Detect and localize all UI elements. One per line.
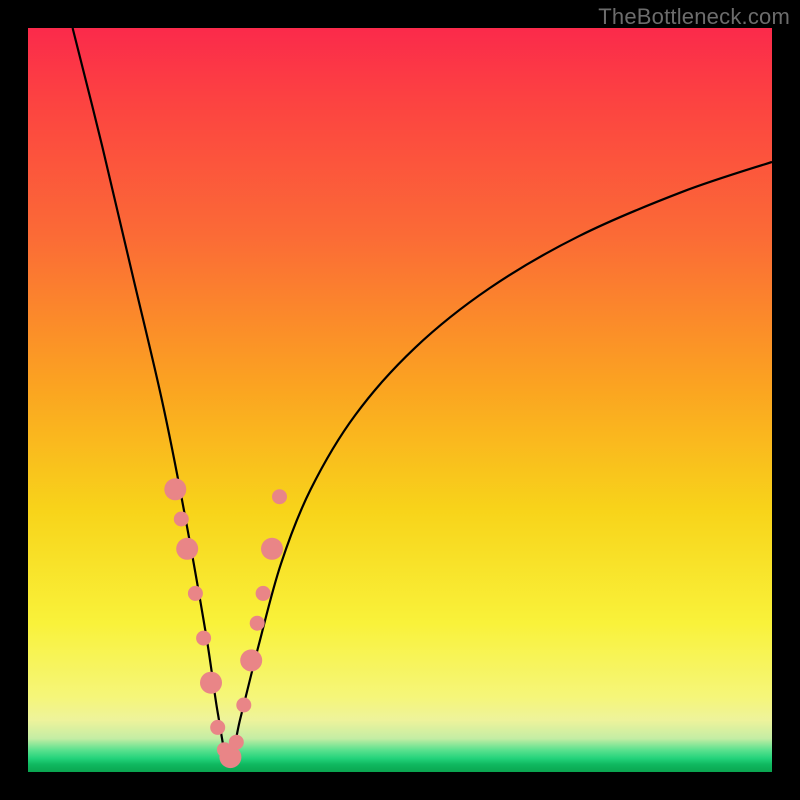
curve-marker [261, 538, 283, 560]
curve-marker [188, 586, 203, 601]
curve-marker [240, 649, 262, 671]
curve-marker [164, 478, 186, 500]
curve-marker [229, 735, 244, 750]
curve-marker [210, 720, 225, 735]
curve-marker [236, 698, 251, 713]
curve-marker [272, 489, 287, 504]
curve-marker [200, 672, 222, 694]
bottleneck-curve-svg [28, 28, 772, 772]
bottleneck-curve [73, 28, 772, 765]
chart-frame: TheBottleneck.com [0, 0, 800, 800]
curve-marker [250, 616, 265, 631]
marker-group [164, 478, 287, 768]
watermark-text: TheBottleneck.com [598, 4, 790, 30]
curve-marker [174, 512, 189, 527]
curve-marker [196, 631, 211, 646]
plot-area [28, 28, 772, 772]
curve-marker [176, 538, 198, 560]
curve-marker [256, 586, 271, 601]
